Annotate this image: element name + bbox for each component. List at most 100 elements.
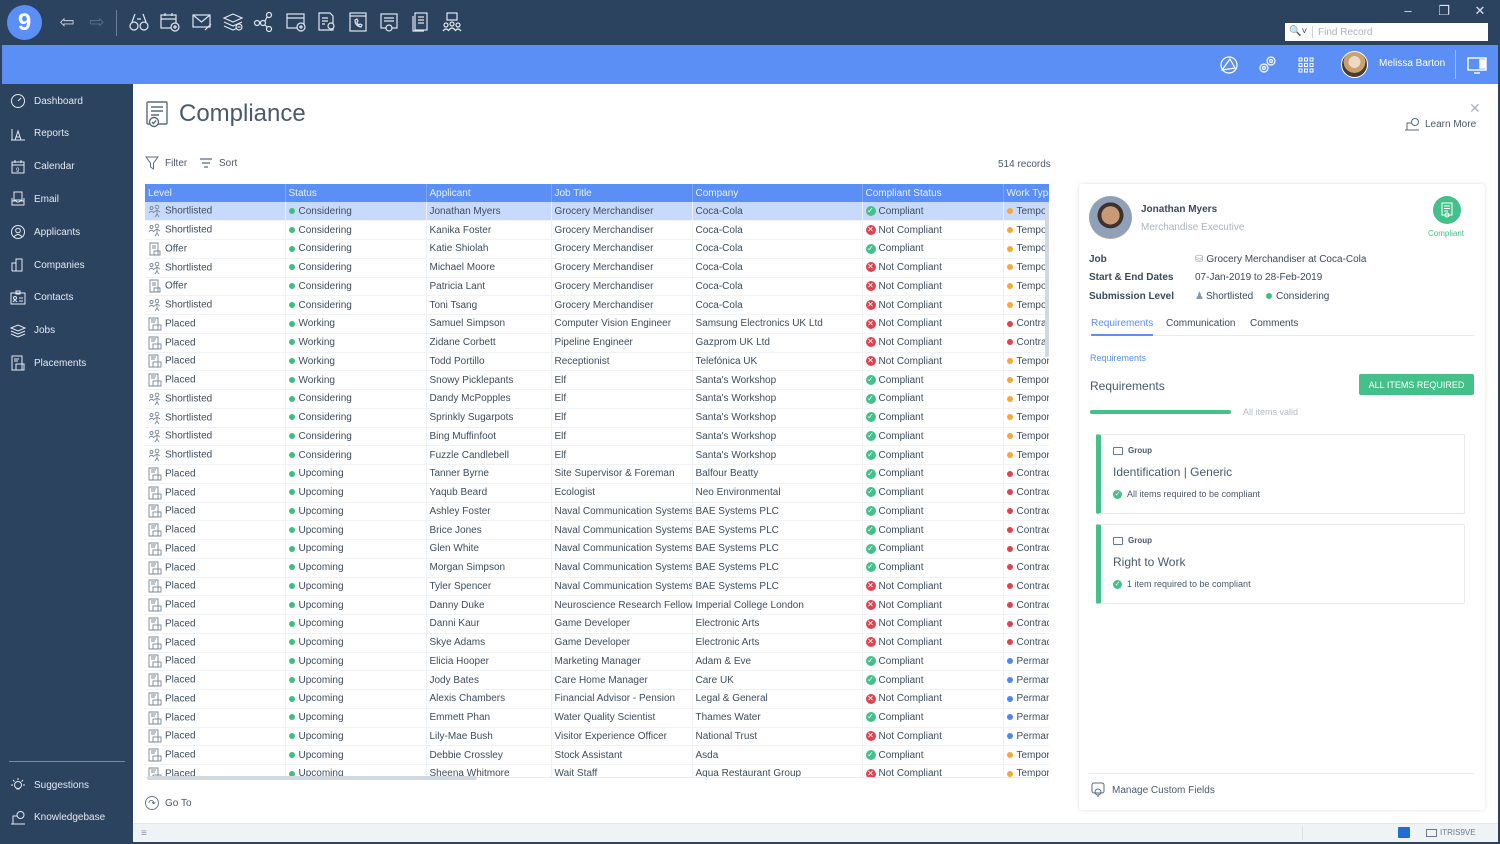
cell-compliant-status: ✕ Not Compliant bbox=[862, 352, 1004, 372]
cell-status: Upcoming bbox=[285, 652, 427, 672]
sidebar-item-suggestions[interactable]: Suggestions bbox=[0, 770, 133, 800]
table-row[interactable]: Shortlisted Considering Michael Moore Groce… bbox=[145, 258, 1049, 278]
table-row[interactable]: Placed Upcoming Morgan Simpson Naval Commun… bbox=[145, 558, 1049, 578]
table-row[interactable]: Placed Upcoming Tanner Byrne Site Superviso… bbox=[145, 464, 1049, 484]
itris-database[interactable]: ITRIS9VE bbox=[1426, 828, 1476, 837]
display-monitor-icon[interactable] bbox=[1466, 54, 1488, 76]
forward-arrow-icon[interactable]: ⇨ bbox=[87, 12, 107, 32]
table-row[interactable]: Placed Working Samuel Simpson Computer Visi… bbox=[145, 314, 1049, 334]
sidebar-item-jobs[interactable]: Jobs bbox=[0, 316, 133, 346]
user-name[interactable]: Melissa Barton bbox=[1379, 58, 1445, 69]
share-network-icon[interactable] bbox=[253, 11, 275, 33]
all-items-required-button[interactable]: ALL ITEMS REQUIRED bbox=[1359, 374, 1474, 395]
column-header-company[interactable]: Company bbox=[692, 184, 863, 202]
jobs-remove-icon[interactable] bbox=[222, 11, 244, 33]
filter-button[interactable]: Filter bbox=[145, 156, 187, 170]
sort-button[interactable]: Sort bbox=[199, 156, 237, 170]
manage-custom-fields-button[interactable]: Manage Custom Fields bbox=[1091, 782, 1215, 798]
table-row[interactable]: Placed Upcoming Skye Adams Game Developer El… bbox=[145, 633, 1049, 653]
job-value[interactable]: ⛁ Grocery Merchandiser at Coca-Cola bbox=[1195, 254, 1366, 265]
menu-lines-icon[interactable]: ≡ bbox=[141, 828, 147, 839]
goto-button[interactable]: ↷ Go To bbox=[145, 796, 192, 810]
sidebar-item-applicants[interactable]: Applicants bbox=[0, 217, 133, 247]
documents-icon[interactable] bbox=[410, 11, 432, 33]
table-row[interactable]: Shortlisted Considering Kanika Foster Groce… bbox=[145, 220, 1049, 240]
app-logo[interactable]: 9 bbox=[7, 5, 42, 40]
document-approve-icon[interactable] bbox=[378, 11, 400, 33]
apps-grid-icon[interactable] bbox=[1295, 54, 1317, 76]
table-row[interactable]: Offer Considering Katie Shiolah Grocery Mer… bbox=[145, 239, 1049, 259]
table-row[interactable]: Placed Upcoming Brice Jones Naval Communica… bbox=[145, 520, 1049, 540]
sidebar-item-email[interactable]: Email bbox=[0, 184, 133, 214]
table-row[interactable]: Shortlisted Considering Dandy McPopples Elf… bbox=[145, 389, 1049, 409]
sidebar-item-knowledgebase[interactable]: Knowledgebase bbox=[0, 803, 133, 833]
find-record-input[interactable] bbox=[1313, 26, 1483, 38]
requirements-breadcrumb[interactable]: Requirements bbox=[1090, 353, 1146, 363]
certificate-document-icon[interactable] bbox=[316, 11, 338, 33]
table-row[interactable]: Shortlisted Considering Jonathan Myers Groc… bbox=[145, 202, 1049, 222]
applicant-avatar[interactable] bbox=[1089, 196, 1132, 239]
group-card-identification[interactable]: Group Identification | Generic ✓ All item… bbox=[1096, 434, 1465, 514]
sidebar-item-contacts[interactable]: Contacts bbox=[0, 283, 133, 313]
table-row[interactable]: Placed Upcoming Debbie Crossley Stock Assis… bbox=[145, 745, 1049, 765]
search-binoculars-icon[interactable] bbox=[128, 11, 150, 33]
email-compose-icon[interactable] bbox=[191, 11, 213, 33]
table-row[interactable]: Placed Upcoming Yaqub Beard Ecologist Neo En… bbox=[145, 483, 1049, 503]
settings-gears-icon[interactable] bbox=[1256, 54, 1278, 76]
column-header-work-type[interactable]: Work Type bbox=[1003, 184, 1049, 202]
table-row[interactable]: Placed Working Zidane Corbett Pipeline Engi… bbox=[145, 333, 1049, 353]
table-row[interactable]: Placed Upcoming Jody Bates Care Home Manage… bbox=[145, 670, 1049, 690]
column-header-applicant[interactable]: Applicant bbox=[426, 184, 552, 202]
table-row[interactable]: Placed Upcoming Lily-Mae Bush Visitor Exper… bbox=[145, 727, 1049, 747]
table-row[interactable]: Placed Upcoming Glen White Naval Communicat… bbox=[145, 539, 1049, 559]
close-window-icon[interactable]: ✕ bbox=[1470, 2, 1490, 20]
table-row[interactable]: Placed Upcoming Elicia Hooper Marketing Man… bbox=[145, 652, 1049, 672]
sidebar-item-dashboard[interactable]: Dashboard bbox=[0, 86, 133, 116]
group-card-right-to-work[interactable]: Group Right to Work ✓ 1 item required to … bbox=[1096, 524, 1465, 604]
table-row[interactable]: Placed Upcoming Alexis Chambers Financial A… bbox=[145, 689, 1049, 709]
outlook-icon[interactable] bbox=[1398, 827, 1410, 838]
table-row[interactable]: Placed Upcoming Tyler Spencer Naval Communi… bbox=[145, 577, 1049, 597]
status-dot-icon bbox=[288, 545, 295, 552]
table-row[interactable]: Shortlisted Considering Sprinkly Sugarpots… bbox=[145, 408, 1049, 428]
column-header-job-title[interactable]: Job Title bbox=[551, 184, 693, 202]
table-row[interactable]: Offer Considering Patricia Lant Grocery Mer… bbox=[145, 277, 1049, 297]
search-scope-dropdown[interactable]: 🔍˅ bbox=[1285, 26, 1313, 38]
column-header-level[interactable]: Level bbox=[145, 184, 286, 202]
table-row[interactable]: Placed Working Snowy Picklepants Elf Santa's… bbox=[145, 370, 1049, 390]
sidebar-item-reports[interactable]: Reports bbox=[0, 119, 133, 149]
phone-log-icon[interactable] bbox=[347, 11, 369, 33]
table-row[interactable]: Placed Upcoming Danny Duke Neuroscience Res… bbox=[145, 595, 1049, 615]
grid-vertical-scrollbar[interactable] bbox=[1045, 202, 1049, 357]
table-row[interactable]: Shortlisted Considering Fuzzle Candlebell E… bbox=[145, 445, 1049, 465]
tab-comments[interactable]: Comments bbox=[1250, 318, 1298, 329]
column-header-status[interactable]: Status bbox=[285, 184, 427, 202]
applicant-name[interactable]: Jonathan Myers bbox=[1141, 204, 1217, 215]
table-row[interactable]: Shortlisted Considering Bing Muffinfoot Elf… bbox=[145, 427, 1049, 447]
tab-communication[interactable]: Communication bbox=[1166, 318, 1235, 329]
user-avatar[interactable] bbox=[1341, 51, 1368, 78]
minimize-icon[interactable]: – bbox=[1398, 2, 1418, 20]
table-row[interactable]: Placed Upcoming Danni Kaur Game Developer El… bbox=[145, 614, 1049, 634]
table-row[interactable]: Shortlisted Considering Toni Tsang Grocery … bbox=[145, 295, 1049, 315]
tab-requirements[interactable]: Requirements bbox=[1091, 318, 1154, 336]
sidebar-item-calendar[interactable]: 9 Calendar bbox=[0, 152, 133, 182]
grid-horizontal-scrollbar[interactable] bbox=[147, 776, 477, 780]
table-row[interactable]: Placed Working Todd Portillo Receptionist Te… bbox=[145, 352, 1049, 372]
back-arrow-icon[interactable]: ⇦ bbox=[57, 12, 77, 32]
level-text: Placed bbox=[165, 487, 196, 499]
window-add-icon[interactable] bbox=[285, 11, 307, 33]
column-header-compliant-status[interactable]: Compliant Status bbox=[862, 184, 1004, 202]
team-meeting-icon[interactable] bbox=[441, 11, 463, 33]
announcements-megaphone-icon[interactable] bbox=[1218, 54, 1240, 76]
sidebar-item-companies[interactable]: Companies bbox=[0, 250, 133, 280]
table-row[interactable]: Placed Upcoming Ashley Foster Naval Communi… bbox=[145, 502, 1049, 522]
learn-more-button[interactable]: Learn More bbox=[1404, 117, 1476, 132]
calendar-add-icon[interactable] bbox=[159, 11, 181, 33]
restore-icon[interactable]: ❐ bbox=[1434, 2, 1454, 20]
work-type-dot-icon bbox=[1006, 489, 1013, 496]
group-status-text: All items required to be compliant bbox=[1127, 489, 1261, 499]
close-panel-icon[interactable]: ✕ bbox=[1469, 100, 1481, 117]
table-row[interactable]: Placed Upcoming Emmett Phan Water Quality S… bbox=[145, 708, 1049, 728]
sidebar-item-placements[interactable]: Placements bbox=[0, 348, 133, 378]
